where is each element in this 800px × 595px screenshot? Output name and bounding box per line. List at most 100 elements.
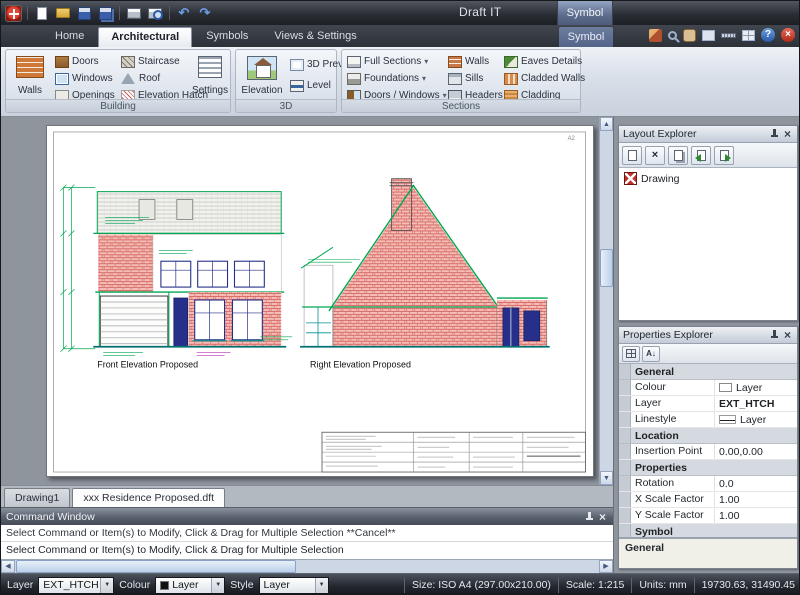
drawing-sheet[interactable]: A2 [46,125,594,477]
delete-layout-button[interactable]: × [645,146,665,165]
scroll-down-arrow[interactable]: ▼ [600,471,613,485]
walls-section-button[interactable]: Walls [446,53,491,70]
zoom-in-icon[interactable] [668,31,677,40]
staircase-button[interactable]: Staircase [119,53,182,70]
pin-icon[interactable] [770,129,779,139]
import-icon [697,150,706,161]
property-row-x-scale[interactable]: X Scale Factor1.00 [619,492,797,508]
drawing-canvas[interactable]: A2 [1,117,613,485]
categorized-view-button[interactable] [622,346,640,362]
close-icon[interactable]: × [782,330,793,340]
elevation-label: Elevation [241,85,282,96]
tab-home[interactable]: Home [43,27,96,47]
cladded-walls-button[interactable]: Cladded Walls [502,70,587,87]
property-row-layer[interactable]: LayerEXT_HTCH [619,396,797,412]
command-horizontal-scrollbar[interactable]: ◀ ▶ [1,559,613,573]
layer-dropdown[interactable]: EXT_HTCH▼ [38,577,114,594]
layout-explorer-titlebar[interactable]: Layout Explorer × [619,126,797,143]
canvas-vertical-scrollbar[interactable]: ▲ ▼ [599,117,613,485]
sort-alphabetical-button[interactable]: A↓ [642,346,660,362]
doors-button[interactable]: Doors [53,53,101,70]
zoom-window-icon[interactable] [702,30,715,41]
help-icon[interactable]: ? [761,28,775,42]
tab-symbol-context[interactable]: Symbol [559,27,613,47]
property-row-colour[interactable]: ColourLayer [619,380,797,396]
tab-symbols[interactable]: Symbols [194,27,260,47]
print-button[interactable] [125,4,143,22]
statusbar: Layer EXT_HTCH▼ Colour Layer▼ Style Laye… [1,573,800,595]
level-button[interactable]: Level [288,77,333,94]
new-layout-button[interactable] [622,146,642,165]
layout-item-drawing[interactable]: Drawing [622,171,794,186]
close-icon[interactable]: × [781,28,795,42]
command-window-titlebar[interactable]: Command Window × [1,508,613,525]
import-layout-button[interactable] [691,146,711,165]
export-layout-button[interactable] [714,146,734,165]
undo-button[interactable]: ↶ [175,4,193,22]
pan-hand-icon[interactable] [683,29,696,42]
grid-icon[interactable] [742,30,755,41]
print-preview-button[interactable] [146,4,164,22]
settings-button[interactable]: Settings [190,52,230,98]
windows-icon [55,73,69,85]
close-icon[interactable]: × [597,512,608,522]
toolbar-separator [169,6,170,20]
full-sections-button[interactable]: Full Sections▾ [345,53,430,70]
eaves-details-button[interactable]: Eaves Details [502,53,584,70]
walls-button[interactable]: Walls [9,52,51,98]
properties-explorer-panel: Properties Explorer × A↓ General ColourL… [618,326,798,569]
property-category[interactable]: Properties [619,460,797,476]
scrollbar-thumb[interactable] [16,560,296,573]
doc-tab-drawing1[interactable]: Drawing1 [4,488,70,507]
units-status: Units: mm [639,579,686,591]
colour-label: Colour [119,579,150,591]
statusbar-separator [404,578,405,593]
row-gutter [619,476,631,491]
properties-explorer-titlebar[interactable]: Properties Explorer × [619,327,797,344]
property-category[interactable]: Location [619,428,797,444]
save-button[interactable] [75,4,93,22]
open-file-button[interactable] [54,4,72,22]
sheet-size-label: A2 [568,136,576,142]
pin-icon[interactable] [585,512,594,522]
tab-architectural[interactable]: Architectural [98,27,192,47]
save-all-button[interactable] [96,4,114,22]
property-row-rotation[interactable]: Rotation0.0 [619,476,797,492]
category-gutter[interactable] [619,428,631,443]
scroll-left-arrow[interactable]: ◀ [1,560,15,573]
close-icon[interactable]: × [782,129,793,139]
property-category[interactable]: General [619,364,797,380]
colour-dropdown[interactable]: Layer▼ [155,577,225,594]
redo-button[interactable]: ↷ [196,4,214,22]
property-row-insertion-point[interactable]: Insertion Point0.00,0.00 [619,444,797,460]
new-file-button[interactable] [33,4,51,22]
elevation-button[interactable]: Elevation [239,52,285,98]
property-row-y-scale[interactable]: Y Scale Factor1.00 [619,508,797,524]
pin-icon[interactable] [770,330,779,340]
tab-views-settings[interactable]: Views & Settings [262,27,368,47]
group-label-3d: 3D [236,99,336,112]
pencil-icon[interactable] [649,29,662,42]
property-row-linestyle[interactable]: LinestyleLayer [619,412,797,428]
sills-button[interactable]: Sills [446,70,485,87]
roof-button[interactable]: Roof [119,70,162,87]
scroll-right-arrow[interactable]: ▶ [599,560,613,573]
sort-az-icon: A↓ [646,349,656,358]
scrollbar-thumb[interactable] [600,249,613,287]
style-dropdown[interactable]: Layer▼ [259,577,329,594]
context-tab-header[interactable]: Symbol [557,1,613,25]
document-tab-strip: Drawing1 xxx Residence Proposed.dft [1,485,613,507]
settings-label: Settings [192,85,228,96]
scroll-up-arrow[interactable]: ▲ [600,117,613,131]
category-label: Properties [631,460,691,475]
command-prompt-line[interactable]: Select Command or Item(s) to Modify, Cli… [1,542,613,559]
windows-button[interactable]: Windows [53,70,115,87]
foundations-button[interactable]: Foundations▾ [345,70,428,87]
measure-icon[interactable] [721,33,736,38]
doc-tab-residence[interactable]: xxx Residence Proposed.dft [72,488,225,507]
category-gutter[interactable] [619,364,631,379]
toolbar-separator [119,6,120,20]
category-gutter[interactable] [619,460,631,475]
copy-layout-button[interactable] [668,146,688,165]
app-logo-icon[interactable] [5,5,22,22]
